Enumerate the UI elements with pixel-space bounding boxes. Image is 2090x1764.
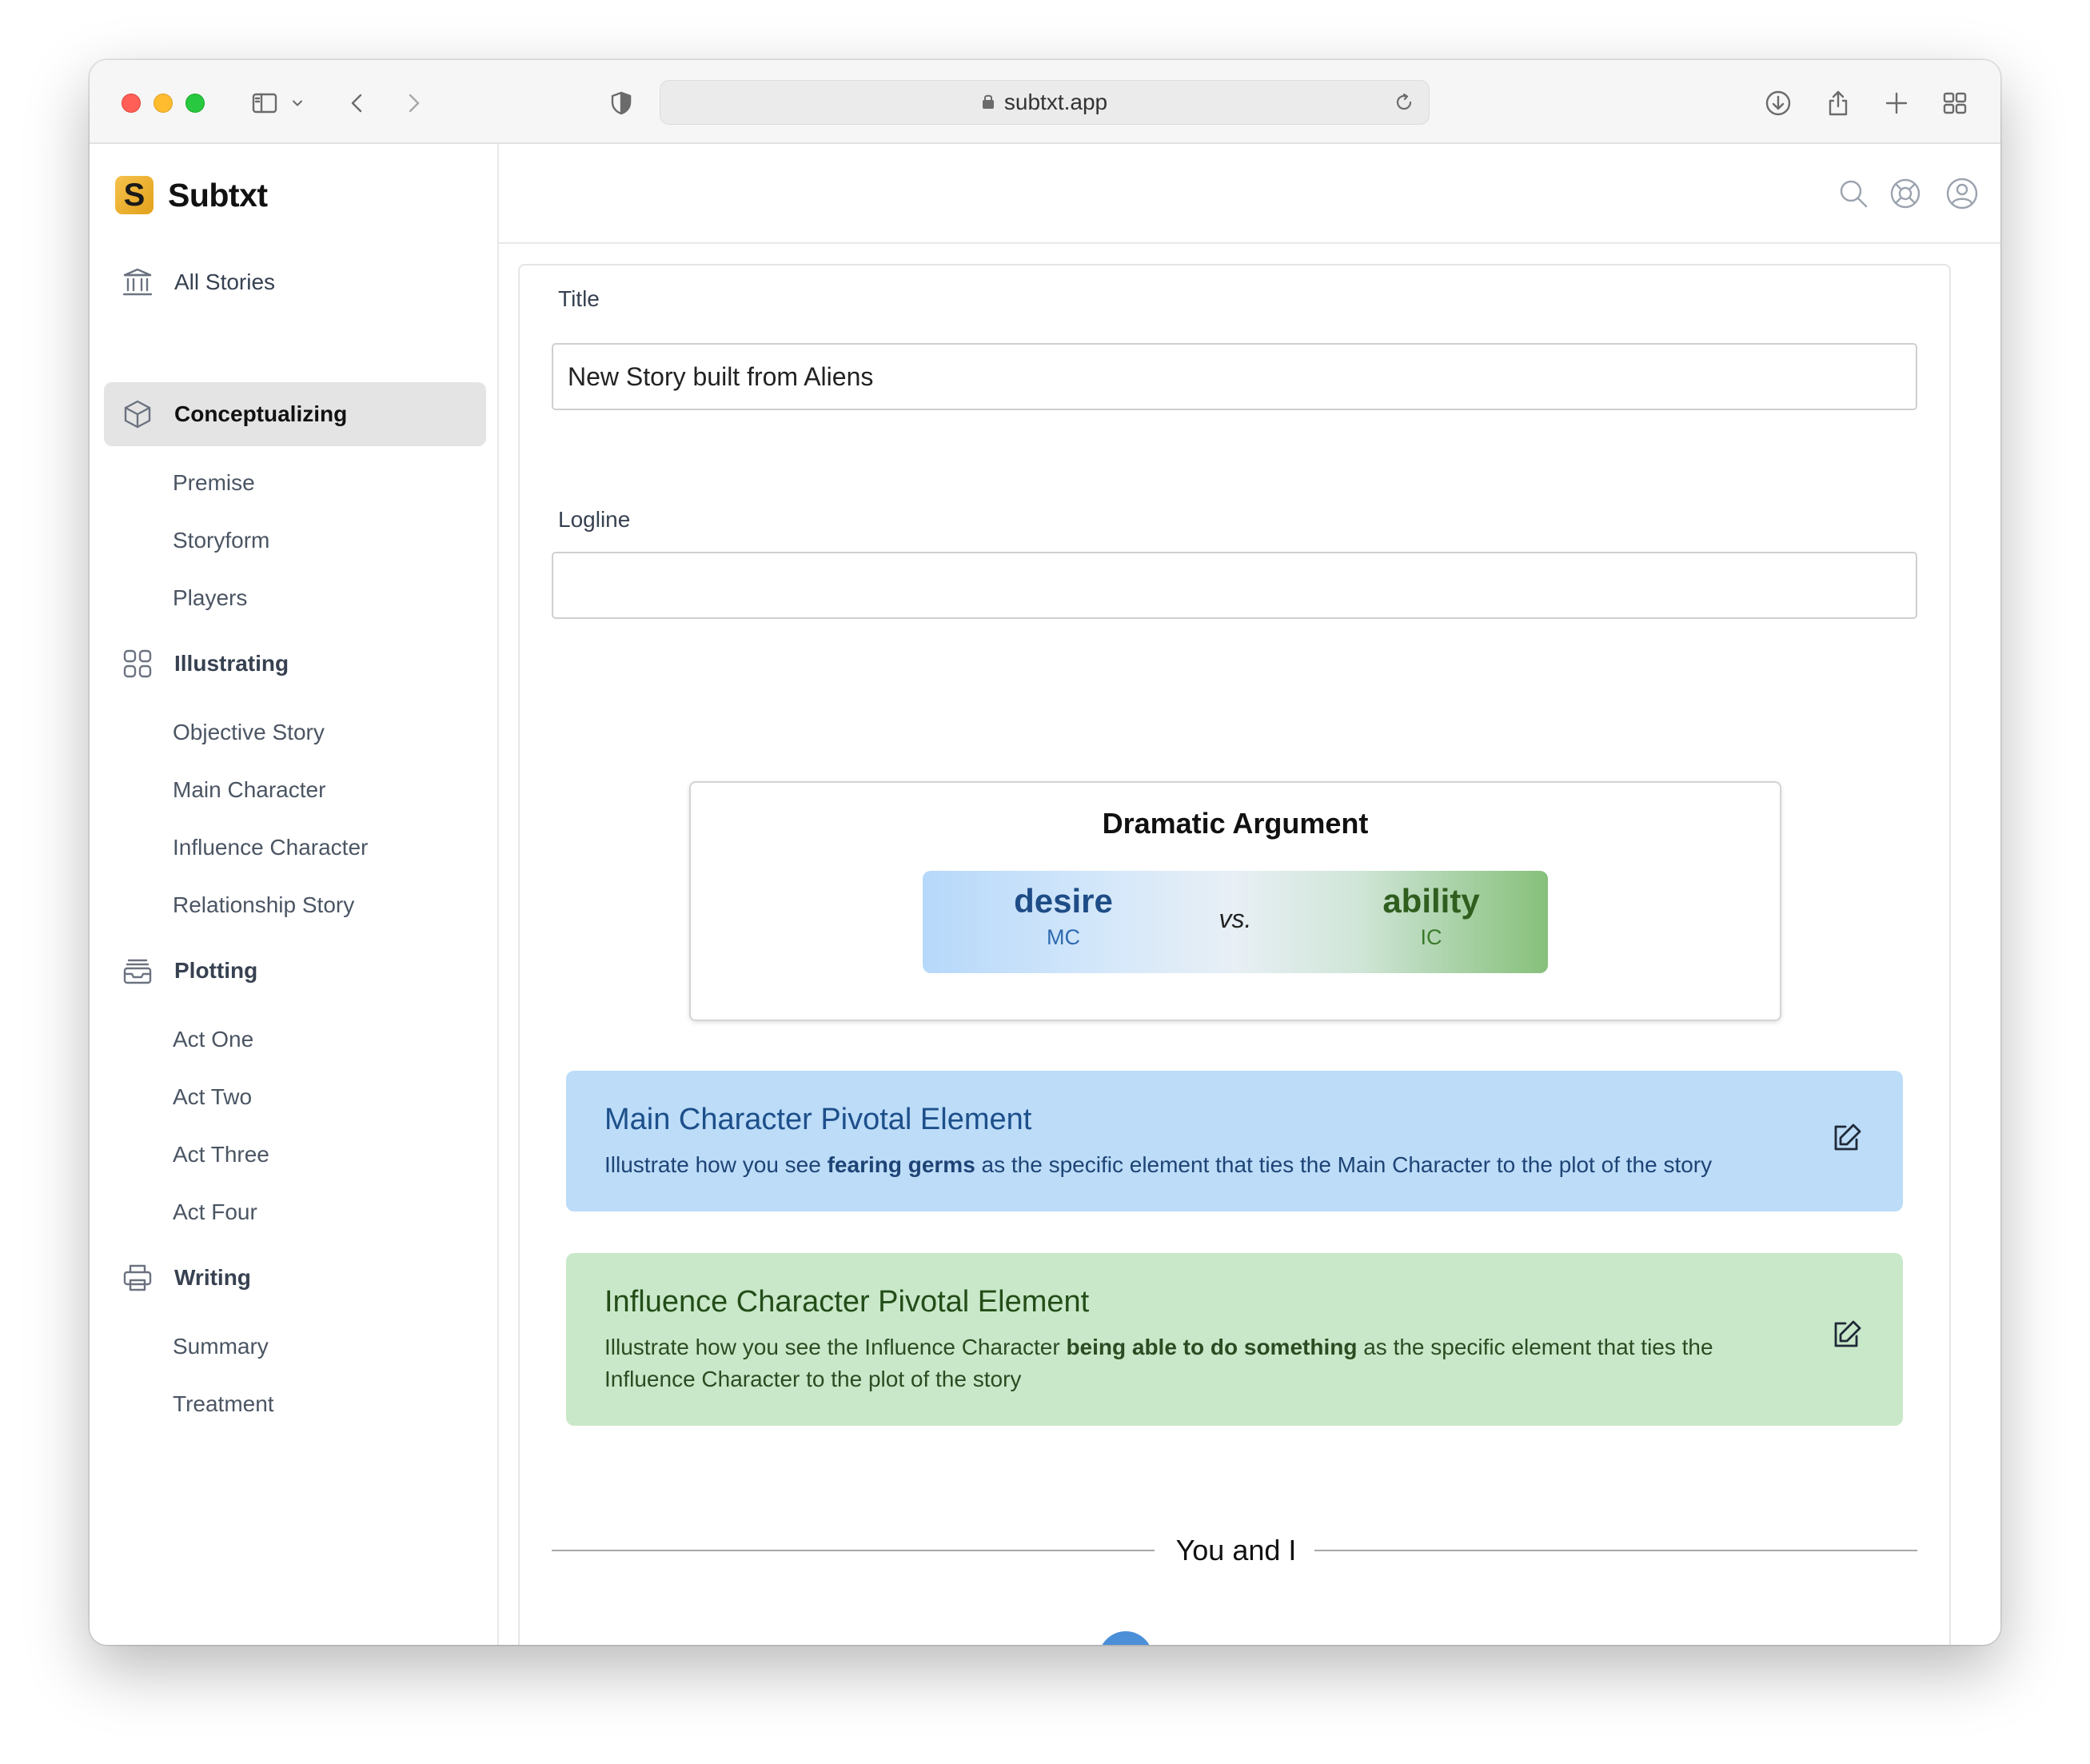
brand-logo-icon: S xyxy=(115,176,154,214)
brand[interactable]: S Subtxt xyxy=(115,176,268,214)
ic-argument: ability IC xyxy=(1327,882,1535,950)
grid-icon xyxy=(120,646,155,681)
sidebar-item-act-one[interactable]: Act One xyxy=(173,1027,253,1052)
back-icon[interactable] xyxy=(341,87,373,119)
nav-section-conceptualizing[interactable]: Conceptualizing xyxy=(104,382,486,446)
ic-argument-word: ability xyxy=(1382,882,1480,920)
account-icon[interactable] xyxy=(1944,176,1980,211)
dramatic-argument-panel: Dramatic Argument vs. desire MC ability … xyxy=(689,781,1781,1021)
edit-icon[interactable] xyxy=(1829,1317,1865,1352)
inbox-stack-icon xyxy=(120,953,155,988)
nav-label: All Stories xyxy=(174,269,276,294)
brand-name: Subtxt xyxy=(168,176,268,214)
new-tab-icon[interactable] xyxy=(1881,87,1913,119)
library-icon xyxy=(120,265,155,300)
help-lifebuoy-icon[interactable] xyxy=(1888,176,1923,211)
divider-line-right xyxy=(1314,1550,1917,1551)
mc-pivotal-text: Illustrate how you see fearing germs as … xyxy=(604,1152,1713,1177)
logline-label: Logline xyxy=(558,507,631,532)
ic-tag: IC xyxy=(1420,925,1442,949)
browser-toolbar: subtxt.app xyxy=(90,60,2000,144)
sidebar-item-objective-story[interactable]: Objective Story xyxy=(173,720,325,745)
sidebar-toggle-icon[interactable] xyxy=(245,87,284,119)
dramatic-argument-bar: vs. desire MC ability IC xyxy=(923,871,1548,973)
minimize-window-button[interactable] xyxy=(154,94,173,113)
main-content: Title New Story built from Aliens Loglin… xyxy=(499,144,2000,1645)
sidebar-item-treatment[interactable]: Treatment xyxy=(173,1391,274,1417)
zoom-window-button[interactable] xyxy=(185,94,205,113)
browser-window: subtxt.app S Subtxt All Stories Conceptu… xyxy=(90,60,2000,1645)
sidebar-item-main-character[interactable]: Main Character xyxy=(173,777,325,803)
ic-pivotal-element-card[interactable]: Influence Character Pivotal Element Illu… xyxy=(566,1253,1903,1426)
sidebar-item-players[interactable]: Players xyxy=(173,585,247,611)
sidebar-item-premise[interactable]: Premise xyxy=(173,470,255,496)
lock-icon xyxy=(982,94,994,109)
sidebar-item-act-three[interactable]: Act Three xyxy=(173,1142,269,1167)
url-text: subtxt.app xyxy=(1003,90,1108,114)
forward-icon[interactable] xyxy=(397,87,429,119)
printer-icon xyxy=(120,1260,155,1295)
nav-label: Writing xyxy=(174,1265,251,1290)
reload-icon[interactable] xyxy=(1394,92,1414,113)
nav-section-writing[interactable]: Writing xyxy=(104,1246,486,1310)
mc-pivotal-element-card[interactable]: Main Character Pivotal Element Illustrat… xyxy=(566,1071,1903,1211)
nav-label: Plotting xyxy=(174,958,258,983)
app-sidebar: S Subtxt All Stories Conceptualizing Pre… xyxy=(90,144,499,1645)
privacy-shield-icon[interactable] xyxy=(605,87,637,119)
mc-tag: MC xyxy=(1047,925,1080,949)
sidebar-item-storyform[interactable]: Storyform xyxy=(173,528,269,553)
download-icon[interactable] xyxy=(1762,87,1794,119)
close-window-button[interactable] xyxy=(122,94,141,113)
avatar[interactable] xyxy=(1099,1631,1153,1645)
sidebar-item-summary[interactable]: Summary xyxy=(173,1334,269,1359)
nav-section-illustrating[interactable]: Illustrating xyxy=(104,632,486,696)
nav-label: Illustrating xyxy=(174,651,289,676)
edit-icon[interactable] xyxy=(1829,1120,1865,1155)
mc-pivotal-title: Main Character Pivotal Element xyxy=(604,1103,1032,1136)
nav-all-stories[interactable]: All Stories xyxy=(104,250,486,314)
cube-icon xyxy=(120,397,155,432)
story-card: Title New Story built from Aliens Loglin… xyxy=(518,264,1951,1645)
sidebar-item-act-four[interactable]: Act Four xyxy=(173,1199,257,1225)
sidebar-item-influence-character[interactable]: Influence Character xyxy=(173,835,368,860)
chevron-down-icon[interactable] xyxy=(288,87,307,119)
search-icon[interactable] xyxy=(1836,176,1871,211)
nav-section-plotting[interactable]: Plotting xyxy=(104,939,486,1003)
sidebar-item-act-two[interactable]: Act Two xyxy=(173,1084,252,1110)
tab-overview-icon[interactable] xyxy=(1939,87,1971,119)
title-label: Title xyxy=(558,286,600,311)
ic-pivotal-text: Illustrate how you see the Influence Cha… xyxy=(604,1335,1713,1391)
title-input[interactable]: New Story built from Aliens xyxy=(552,343,1917,410)
mc-argument-word: desire xyxy=(1014,882,1113,920)
nav-label: Conceptualizing xyxy=(174,401,348,426)
share-icon[interactable] xyxy=(1822,87,1854,119)
address-bar[interactable]: subtxt.app xyxy=(660,80,1430,125)
ic-pivotal-title: Influence Character Pivotal Element xyxy=(604,1285,1090,1319)
dramatic-argument-heading: Dramatic Argument xyxy=(1102,807,1369,840)
logline-input[interactable] xyxy=(552,552,1917,619)
sidebar-item-relationship-story[interactable]: Relationship Story xyxy=(173,892,354,918)
main-header xyxy=(499,144,2000,244)
mc-argument: desire MC xyxy=(959,882,1167,950)
